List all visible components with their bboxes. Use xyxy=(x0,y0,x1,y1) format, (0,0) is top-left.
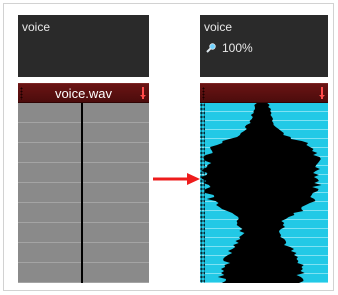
zoom-level: 100% xyxy=(222,41,253,55)
sound-file-label: voice.wav xyxy=(54,86,113,101)
zoom-indicator: 100% xyxy=(206,41,253,55)
layer-header[interactable]: voice xyxy=(18,15,149,77)
sound-track-bar[interactable]: voice.wav xyxy=(18,83,149,103)
magnifier-icon xyxy=(206,43,216,53)
sound-marker-icon xyxy=(319,87,325,99)
illustration-frame: voice voice.wav voice 100% xyxy=(3,3,334,291)
layer-header[interactable]: voice 100% xyxy=(200,15,328,77)
drag-grip-icon[interactable] xyxy=(202,87,205,100)
sound-marker-icon xyxy=(140,87,146,99)
timeline-panel-after: voice 100% xyxy=(200,15,328,283)
layer-name: voice xyxy=(204,20,233,34)
timeline-panel-before: voice voice.wav xyxy=(18,15,149,283)
cell-divider xyxy=(81,103,83,283)
waveform-cells[interactable] xyxy=(200,103,328,283)
layer-name: voice xyxy=(22,20,51,34)
exposure-cells[interactable] xyxy=(18,103,149,283)
sound-track-bar[interactable] xyxy=(200,83,328,103)
arrow-right-icon xyxy=(153,173,200,185)
sound-waveform xyxy=(201,103,322,283)
